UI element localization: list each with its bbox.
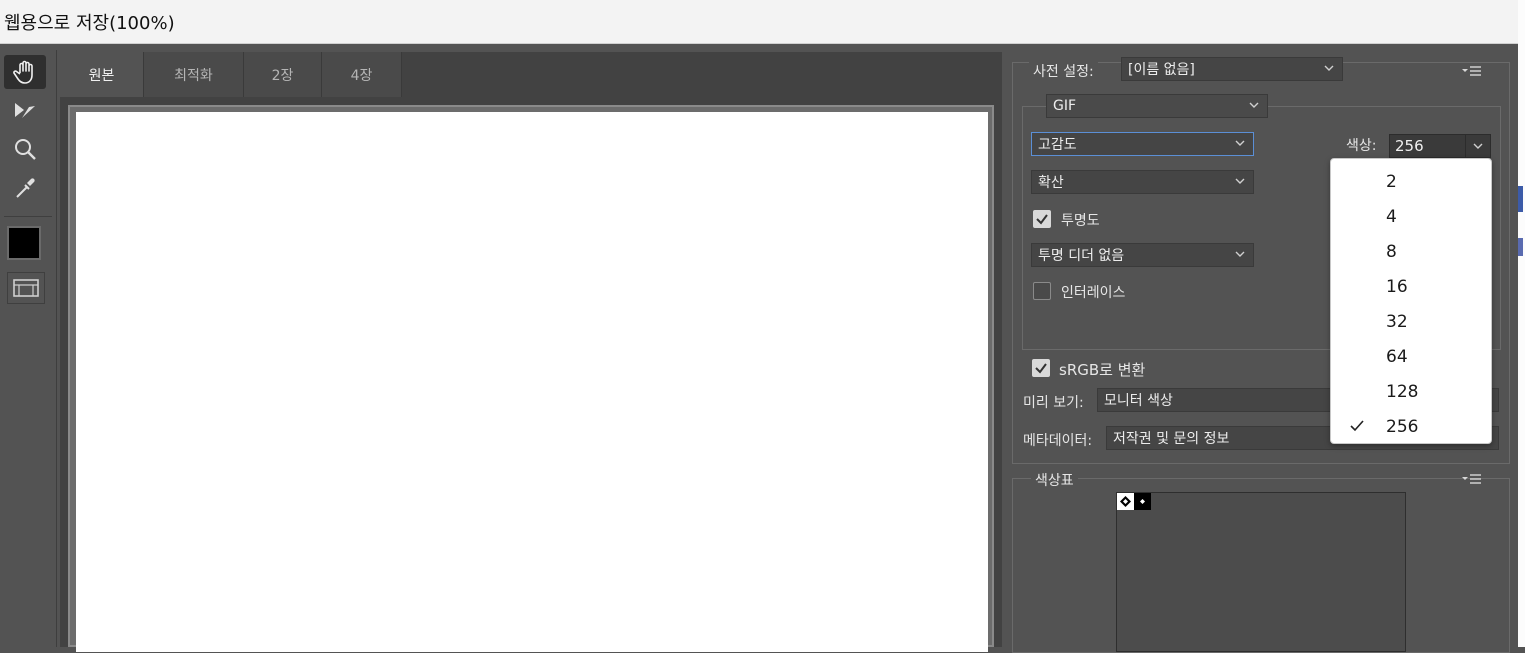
image-preview-canvas[interactable] xyxy=(76,112,988,652)
chevron-down-icon xyxy=(1473,143,1483,149)
color-table-menu-icon[interactable] xyxy=(1461,472,1483,486)
format-value: GIF xyxy=(1053,98,1077,114)
color-reduction-value: 고감도 xyxy=(1038,137,1077,153)
transparency-checkbox[interactable] xyxy=(1033,210,1051,228)
view-tabs: 원본 최적화 2장 4장 xyxy=(60,52,1002,97)
preset-value: [이름 없음] xyxy=(1128,62,1195,78)
colors-option[interactable]: 128 xyxy=(1331,374,1491,409)
transparency-dither-value: 투명 디더 없음 xyxy=(1038,248,1125,264)
color-swatch-white[interactable] xyxy=(1117,493,1134,510)
eyedropper-tool[interactable] xyxy=(4,171,46,205)
colors-combobox[interactable]: 256 xyxy=(1389,134,1491,158)
checkmark-icon xyxy=(1350,420,1364,432)
tools-panel xyxy=(0,50,57,647)
preset-label: 사전 설정: xyxy=(1029,61,1098,81)
slice-select-tool[interactable] xyxy=(4,94,46,128)
format-dropdown[interactable]: GIF xyxy=(1046,94,1268,118)
hand-icon xyxy=(13,60,33,84)
background-window-edge xyxy=(1518,0,1525,647)
colors-dropdown-list: 2 4 8 16 32 64 128 256 xyxy=(1330,158,1492,444)
chevron-down-icon xyxy=(1324,65,1334,71)
convert-srgb-checkbox[interactable] xyxy=(1032,359,1050,377)
checkmark-icon xyxy=(1036,214,1048,225)
checkmark-icon xyxy=(1035,363,1047,374)
chevron-down-icon xyxy=(1235,178,1245,184)
hand-tool[interactable] xyxy=(4,55,46,89)
preview-area: 원본 최적화 2장 4장 xyxy=(60,52,1002,652)
chevron-down-icon xyxy=(1235,140,1245,146)
chevron-down-icon xyxy=(1235,251,1245,257)
preset-menu-icon[interactable] xyxy=(1461,64,1483,78)
colors-option[interactable]: 32 xyxy=(1331,304,1491,339)
color-swatch-black[interactable] xyxy=(1134,493,1151,510)
tab-2-up[interactable]: 2장 xyxy=(244,52,322,97)
slice-select-icon xyxy=(15,103,35,118)
metadata-value: 저작권 및 문의 정보 xyxy=(1113,431,1230,447)
transparency-dither-dropdown[interactable]: 투명 디더 없음 xyxy=(1031,243,1254,267)
eyedropper-color-swatch[interactable] xyxy=(7,226,41,260)
window-title: 웹용으로 저장(100%) xyxy=(0,0,1518,44)
toggle-slice-visibility-button[interactable] xyxy=(7,272,45,304)
metadata-label: 메타데이터: xyxy=(1023,433,1093,449)
chevron-down-icon xyxy=(1249,102,1259,108)
background-window-mark xyxy=(1518,186,1523,212)
eyedropper-icon xyxy=(16,178,35,198)
slice-visibility-icon xyxy=(13,279,39,297)
colors-option[interactable]: 8 xyxy=(1331,234,1491,269)
preset-dropdown[interactable]: [이름 없음] xyxy=(1121,57,1343,81)
colors-value: 256 xyxy=(1395,137,1424,155)
color-table-title: 색상표 xyxy=(1031,470,1078,490)
magnifier-icon xyxy=(15,139,36,160)
transparent-marker-icon xyxy=(1120,496,1131,507)
transparency-label: 투명도 xyxy=(1061,213,1100,229)
colors-option-selected[interactable]: 256 xyxy=(1331,409,1491,444)
interlace-label: 인터레이스 xyxy=(1061,285,1126,301)
tab-optimized[interactable]: 최적화 xyxy=(144,52,244,97)
interlace-checkbox[interactable] xyxy=(1033,282,1051,300)
preview-label: 미리 보기: xyxy=(1023,395,1084,411)
colors-label: 색상: xyxy=(1346,138,1377,154)
color-reduction-dropdown[interactable]: 고감도 xyxy=(1031,132,1254,156)
colors-option[interactable]: 2 xyxy=(1331,164,1491,199)
preview-value: 모니터 색상 xyxy=(1104,393,1173,409)
convert-srgb-label: sRGB로 변환 xyxy=(1059,361,1146,379)
colors-dropdown-button[interactable] xyxy=(1465,135,1490,157)
colors-option[interactable]: 4 xyxy=(1331,199,1491,234)
dither-value: 확산 xyxy=(1038,175,1064,191)
dither-dropdown[interactable]: 확산 xyxy=(1031,170,1254,194)
colors-option[interactable]: 64 xyxy=(1331,339,1491,374)
tab-original[interactable]: 원본 xyxy=(60,52,144,97)
zoom-tool[interactable] xyxy=(4,132,46,166)
tab-4-up[interactable]: 4장 xyxy=(322,52,402,97)
tool-separator xyxy=(4,216,52,217)
locked-color-marker-icon xyxy=(1140,499,1145,504)
background-window-mark xyxy=(1518,238,1523,256)
colors-option[interactable]: 16 xyxy=(1331,269,1491,304)
color-table-grid[interactable] xyxy=(1116,492,1406,652)
